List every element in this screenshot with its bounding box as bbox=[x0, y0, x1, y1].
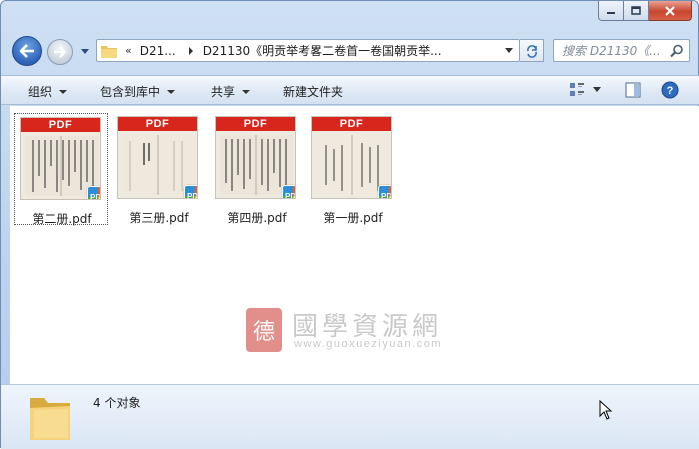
watermark: 德 國學資源網 www.guoxueziyuan.com bbox=[246, 308, 476, 358]
back-arrow-icon bbox=[19, 44, 34, 58]
explorer-window: « D21... D21130《明贡举考畧二卷首一卷国朝贡举... 搜索 D21… bbox=[0, 0, 699, 449]
refresh-icon bbox=[526, 44, 537, 58]
pdf-band: PDF bbox=[21, 118, 100, 132]
new-folder-button[interactable]: 新建文件夹 bbox=[283, 83, 343, 100]
mouse-cursor-icon bbox=[599, 400, 613, 420]
file-name[interactable]: 第四册.pdf bbox=[210, 209, 304, 226]
chevron-down-icon bbox=[242, 89, 251, 94]
search-icon[interactable] bbox=[670, 44, 684, 58]
file-item[interactable]: PDF PDF 第三册.pdf bbox=[112, 113, 206, 225]
new-folder-label: 新建文件夹 bbox=[283, 85, 344, 99]
search-input[interactable]: 搜索 D21130《... bbox=[562, 42, 668, 59]
svg-text:?: ? bbox=[667, 85, 674, 97]
pdf-thumbnail: PDF PDF bbox=[215, 116, 296, 199]
address-bar[interactable]: « D21... D21130《明贡举考畧二卷首一卷国朝贡举... bbox=[96, 39, 520, 62]
minimize-icon bbox=[607, 11, 615, 14]
chevron-right-icon[interactable] bbox=[187, 46, 195, 55]
include-library-label: 包含到库中 bbox=[100, 85, 161, 99]
pdf-app-icon: PDF bbox=[282, 185, 295, 198]
close-button[interactable] bbox=[649, 1, 692, 21]
organize-label: 组织 bbox=[28, 85, 53, 99]
back-button[interactable] bbox=[12, 36, 42, 66]
chevron-down-icon bbox=[59, 89, 68, 94]
pdf-thumbnail: PDF PDF bbox=[311, 116, 392, 199]
caption-buttons bbox=[598, 1, 692, 21]
close-icon bbox=[665, 5, 675, 16]
pdf-band: PDF bbox=[312, 117, 391, 131]
file-item[interactable]: PDF PDF 第一册.pdf bbox=[306, 113, 400, 225]
file-name[interactable]: 第二册.pdf bbox=[15, 210, 109, 227]
file-item[interactable]: PDF PDF 第二册.pdf bbox=[14, 113, 109, 227]
organize-menu[interactable]: 组织 bbox=[28, 83, 68, 100]
file-name[interactable]: 第三册.pdf bbox=[112, 209, 206, 226]
file-item[interactable]: PDF PDF 第四册.pdf bbox=[210, 113, 304, 225]
preview-pane-icon[interactable] bbox=[625, 82, 641, 98]
file-name[interactable]: 第一册.pdf bbox=[306, 209, 400, 226]
chevron-down-icon bbox=[167, 89, 176, 94]
share-menu[interactable]: 共享 bbox=[211, 83, 251, 100]
refresh-button[interactable] bbox=[520, 39, 544, 62]
folder-icon bbox=[101, 45, 117, 58]
pdf-thumbnail: PDF PDF bbox=[20, 117, 101, 200]
include-in-library-menu[interactable]: 包含到库中 bbox=[100, 83, 176, 100]
pdf-band: PDF bbox=[216, 117, 295, 131]
pdf-app-icon: PDF bbox=[184, 185, 197, 198]
share-label: 共享 bbox=[211, 85, 236, 99]
pdf-app-icon: PDF bbox=[378, 185, 391, 198]
folder-icon bbox=[30, 398, 70, 440]
forward-button[interactable] bbox=[47, 39, 73, 65]
file-list[interactable]: PDF PDF 第二册.pdf PDF PDF 第三册.pdf PDF PDF … bbox=[10, 106, 699, 384]
watermark-url: www.guoxueziyuan.com bbox=[294, 338, 443, 350]
item-count: 4 个对象 bbox=[93, 396, 141, 410]
recent-pages-dropdown[interactable] bbox=[80, 47, 90, 57]
maximize-button[interactable] bbox=[624, 1, 649, 21]
view-options-dropdown-icon[interactable] bbox=[593, 87, 601, 93]
command-bar: 组织 包含到库中 共享 新建文件夹 ? bbox=[1, 75, 699, 105]
breadcrumb-overflow[interactable]: « bbox=[125, 44, 132, 57]
forward-arrow-icon bbox=[54, 46, 67, 58]
breadcrumb-item[interactable]: D21... bbox=[140, 44, 176, 58]
maximize-icon bbox=[631, 6, 641, 15]
navigation-bar: « D21... D21130《明贡举考畧二卷首一卷国朝贡举... 搜索 D21… bbox=[1, 31, 699, 67]
help-icon[interactable]: ? bbox=[661, 81, 679, 99]
details-pane: 4 个对象 bbox=[1, 384, 699, 449]
pdf-app-icon: PDF bbox=[87, 186, 100, 199]
breadcrumb-current[interactable]: D21130《明贡举考畧二卷首一卷国朝贡举... bbox=[203, 42, 442, 59]
address-dropdown-icon[interactable] bbox=[505, 48, 513, 54]
change-view-icon[interactable] bbox=[569, 82, 585, 98]
search-box[interactable]: 搜索 D21130《... bbox=[553, 39, 690, 62]
pdf-thumbnail: PDF PDF bbox=[117, 116, 198, 199]
pdf-band: PDF bbox=[118, 117, 197, 131]
watermark-seal: 德 bbox=[246, 308, 282, 352]
minimize-button[interactable] bbox=[598, 1, 624, 21]
chevron-down-icon bbox=[81, 49, 89, 54]
